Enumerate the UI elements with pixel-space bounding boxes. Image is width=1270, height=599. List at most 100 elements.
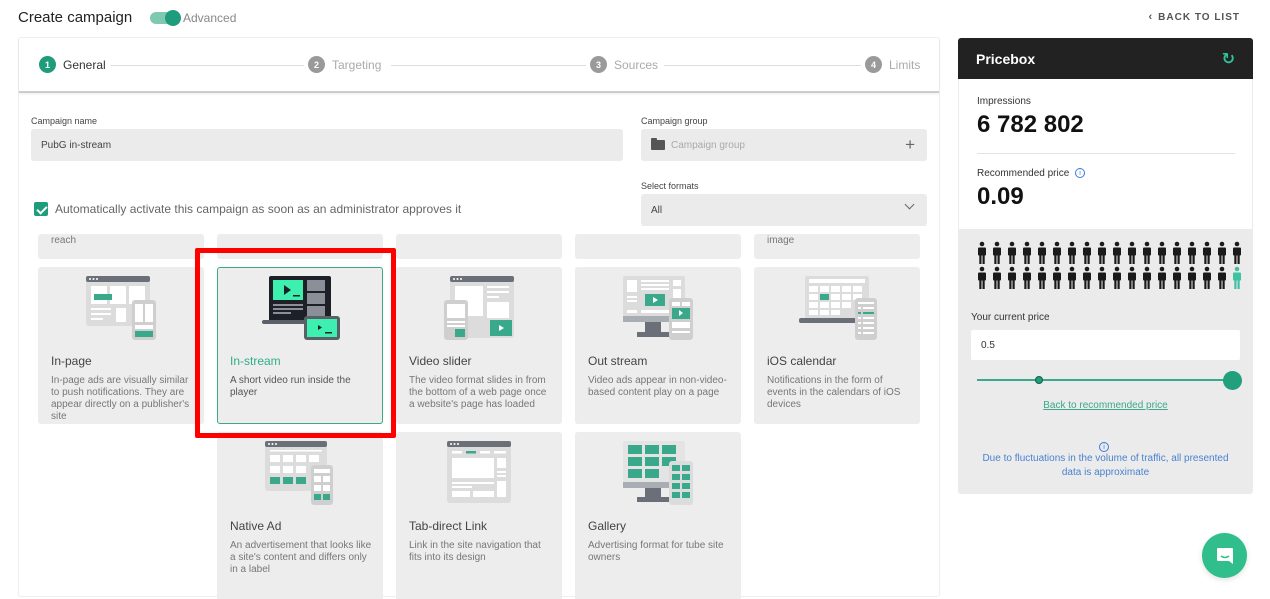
person-icon	[1049, 241, 1064, 265]
person-icon	[1124, 266, 1139, 290]
video-slider-illustration-icon	[397, 274, 561, 340]
approximate-data-note: Due to fluctuations in the volume of tra…	[982, 453, 1229, 478]
step-label: Targeting	[332, 57, 382, 72]
card-title: Tab-direct Link	[409, 519, 488, 533]
campaign-group-label: Campaign group	[641, 116, 708, 126]
card-description: Advertising format for tube site owners	[588, 540, 724, 563]
card-title: iOS calendar	[767, 354, 837, 368]
person-icon	[1184, 266, 1199, 290]
campaign-name-value: PubG in-stream	[41, 139, 112, 151]
tab-direct-illustration-icon	[397, 439, 561, 505]
in-page-illustration-icon	[39, 274, 203, 340]
campaign-name-input[interactable]: PubG in-stream	[31, 129, 623, 161]
refresh-icon[interactable]: ↻	[1222, 49, 1235, 69]
gallery-illustration-icon	[576, 439, 740, 505]
people-row	[974, 241, 1244, 266]
impressions-label: Impressions	[977, 96, 1031, 107]
format-card-cutoff[interactable]	[396, 234, 562, 259]
step-sources[interactable]: 3 Sources	[586, 56, 663, 73]
person-icon	[1199, 266, 1214, 290]
step-connector	[111, 65, 305, 66]
step-label: Sources	[614, 57, 659, 72]
format-cards-grid: reach image In-page In-page ads are visu…	[38, 234, 922, 599]
recommended-price-label: Recommended price	[977, 168, 1070, 179]
recommended-price-row: Recommended price i	[977, 168, 1234, 179]
advanced-toggle[interactable]	[150, 10, 181, 26]
audience-people-grid	[974, 241, 1244, 291]
auto-activate-label: Automatically activate this campaign as …	[55, 202, 462, 216]
advanced-toggle-label: Advanced	[183, 11, 237, 25]
stepper: 1 General 2 Targeting 3 Sources 4 Limits	[19, 38, 939, 93]
person-icon	[1004, 241, 1019, 265]
info-icon[interactable]: i	[1075, 168, 1086, 179]
current-price-input[interactable]: 0.5	[971, 330, 1240, 360]
card-title: Video slider	[409, 354, 472, 368]
card-title: In-page	[51, 354, 92, 368]
recommended-price-marker	[1035, 376, 1044, 384]
format-card-cutoff[interactable]	[217, 234, 383, 259]
campaign-group-input[interactable]: Campaign group +	[641, 129, 927, 161]
step-general[interactable]: 1 General	[35, 56, 110, 73]
format-card-in-page[interactable]: In-page In-page ads are visually similar…	[38, 267, 204, 424]
person-icon	[974, 266, 989, 290]
campaign-name-label: Campaign name	[31, 116, 98, 126]
step-connector	[391, 65, 587, 66]
format-card-in-stream[interactable]: In-stream A short video run inside the p…	[217, 267, 383, 424]
step-number: 2	[308, 56, 325, 73]
step-targeting[interactable]: 2 Targeting	[304, 56, 386, 73]
ios-calendar-illustration-icon	[755, 274, 919, 340]
person-icon	[1229, 241, 1244, 265]
person-icon	[1154, 241, 1169, 265]
format-card-cutoff[interactable]	[575, 234, 741, 259]
step-connector	[664, 65, 862, 66]
card-title: Native Ad	[230, 519, 282, 533]
pricebox-stats: Impressions 6 782 802 Recommended price …	[959, 79, 1252, 229]
back-to-recommended-link[interactable]: Back to recommended price	[958, 400, 1253, 411]
recommended-price-value: 0.09	[977, 183, 1024, 210]
format-card-out-stream[interactable]: Out stream Video ads appear in non-video…	[575, 267, 741, 424]
slider-thumb[interactable]	[1223, 371, 1242, 390]
person-icon	[989, 266, 1004, 290]
card-desc-fragment: image	[767, 235, 795, 246]
select-formats-value: All	[651, 204, 663, 216]
pricebox-panel: Pricebox ↻ Impressions 6 782 802 Recomme…	[958, 38, 1253, 494]
folder-icon	[651, 138, 665, 150]
impressions-value: 6 782 802	[977, 111, 1084, 138]
price-slider[interactable]	[977, 371, 1242, 391]
slider-track	[977, 379, 1232, 381]
person-icon	[1094, 241, 1109, 265]
auto-activate-checkbox[interactable]	[34, 202, 48, 216]
back-to-list-link[interactable]: ‹ BACK TO LIST	[1149, 11, 1241, 23]
format-card-cutoff[interactable]: reach	[38, 234, 204, 259]
format-card-native-ad[interactable]: Native Ad An advertisement that looks li…	[217, 432, 383, 599]
person-icon	[1079, 266, 1094, 290]
chat-support-button[interactable]	[1202, 533, 1247, 578]
in-stream-illustration-icon	[218, 274, 382, 340]
person-icon	[1034, 241, 1049, 265]
person-icon	[1214, 241, 1229, 265]
back-to-list-label: BACK TO LIST	[1158, 12, 1240, 23]
chat-bubble-icon	[1216, 547, 1233, 564]
person-icon	[974, 241, 989, 265]
format-card-gallery[interactable]: Gallery Advertising format for tube site…	[575, 432, 741, 599]
native-ad-illustration-icon	[218, 439, 382, 505]
campaign-form-card: 1 General 2 Targeting 3 Sources 4 Limits…	[18, 37, 940, 599]
format-card-ios-calendar[interactable]: iOS calendar Notifications in the form o…	[754, 267, 920, 424]
format-card-cutoff[interactable]: image	[754, 234, 920, 259]
person-icon	[1214, 266, 1229, 290]
person-icon	[1079, 241, 1094, 265]
person-icon	[1034, 266, 1049, 290]
step-label: Limits	[889, 57, 921, 72]
person-icon	[1064, 241, 1079, 265]
add-group-plus-icon[interactable]: +	[905, 135, 915, 155]
person-icon	[1169, 241, 1184, 265]
select-formats-dropdown[interactable]: All	[641, 194, 927, 226]
person-icon	[1199, 241, 1214, 265]
card-title: Gallery	[588, 519, 627, 533]
step-number: 3	[590, 56, 607, 73]
format-card-tab-direct-link[interactable]: Tab-direct Link Link in the site navigat…	[396, 432, 562, 599]
step-limits[interactable]: 4 Limits	[861, 56, 925, 73]
format-card-video-slider[interactable]: Video slider The video format slides in …	[396, 267, 562, 424]
card-description: An advertisement that looks like a site'…	[230, 540, 372, 575]
card-description: The video format slides in from the bott…	[409, 375, 547, 410]
